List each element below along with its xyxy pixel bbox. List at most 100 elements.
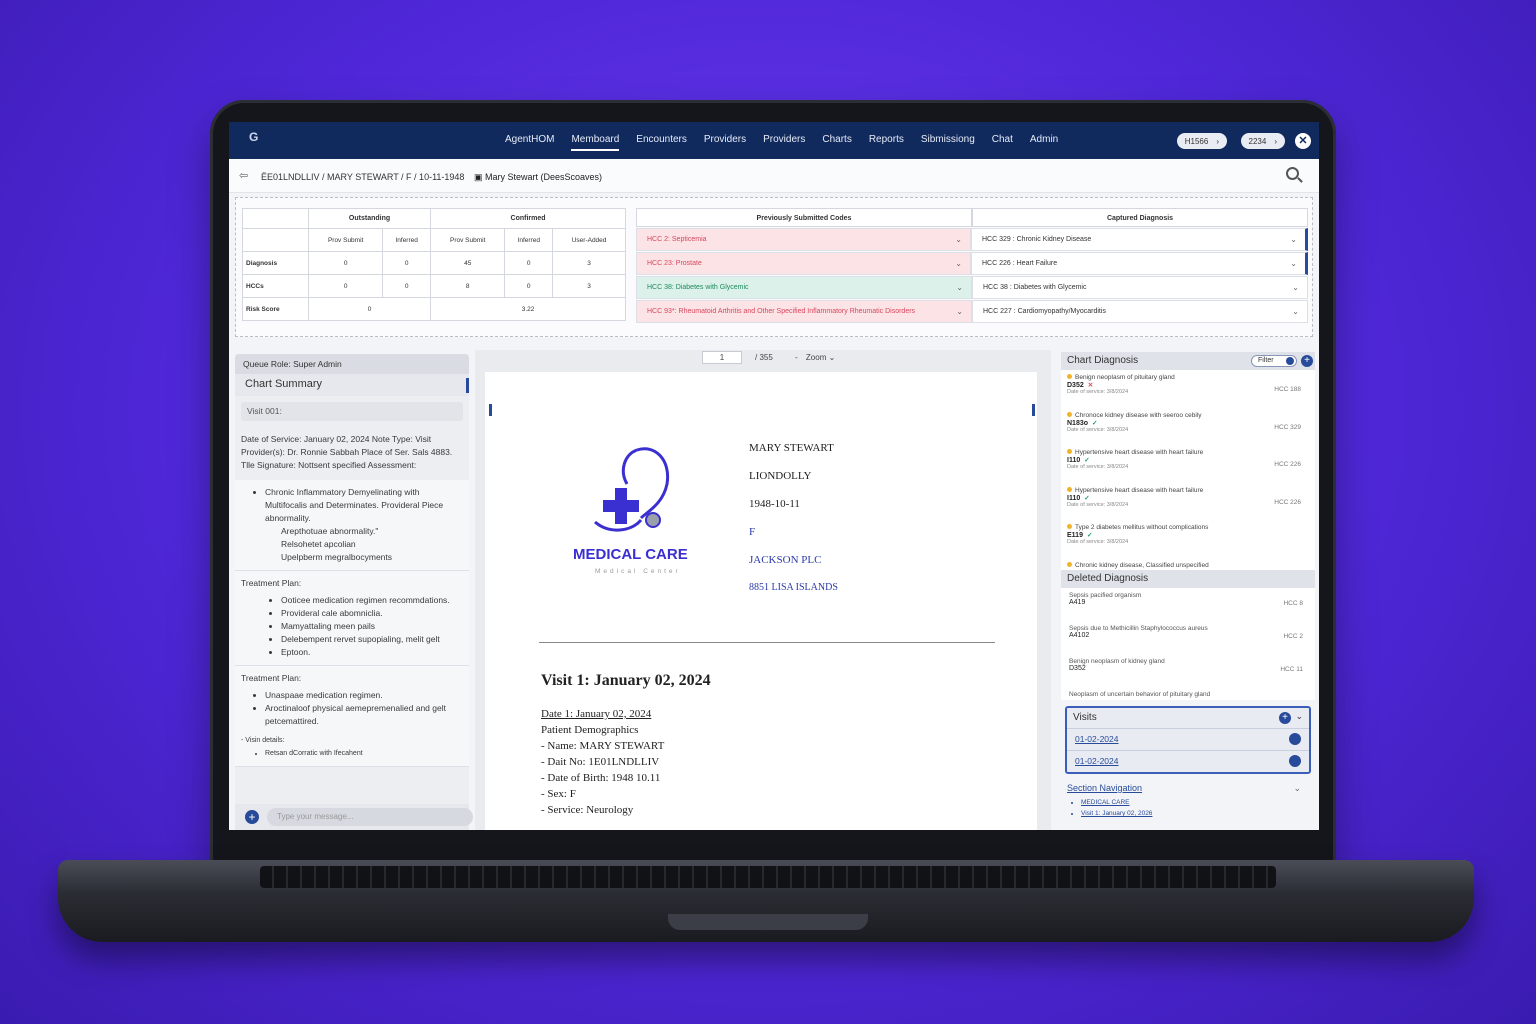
close-icon[interactable]: ✕ xyxy=(1295,133,1311,149)
laptop-keyboard xyxy=(260,866,1276,888)
visit-link[interactable]: 01-02-2024 xyxy=(1067,728,1309,750)
page-number-input[interactable]: 1 xyxy=(702,351,742,364)
visit-heading: Visit 1: January 02, 2024 xyxy=(541,672,711,689)
page-total: / 355 xyxy=(755,353,773,362)
check-icon[interactable]: ✓ xyxy=(1087,532,1092,539)
filter-button[interactable]: Filter xyxy=(1251,355,1297,367)
treatment-list: Ooticee medication regimen recommdations… xyxy=(281,594,463,659)
list-item[interactable]: Type 2 diabetes mellitus without complic… xyxy=(1067,524,1309,562)
table-row: Risk Score 0 3.22 xyxy=(242,297,626,321)
visits-title: Visits xyxy=(1073,712,1097,723)
diagnosis-code-line: N183o ✓ xyxy=(1067,419,1309,427)
assessment-sublist: Arepthotuae abnormality." Relsohetet apco… xyxy=(281,525,463,564)
table-row: HCC 38: Diabetes with Glycemic ⌄ HCC 38 : … xyxy=(636,275,1308,299)
list-item[interactable]: Neoplasm of uncertain behavior of pituit… xyxy=(1069,691,1307,701)
prev-code-select[interactable]: HCC 2: Septicemia ⌄ xyxy=(636,228,971,251)
add-diagnosis-button[interactable]: + xyxy=(1301,355,1313,367)
nav-item[interactable]: Sibmissiong xyxy=(921,134,975,151)
nav-item[interactable]: Providers xyxy=(763,134,805,151)
visit-link[interactable]: 01-02-2024 xyxy=(1067,750,1309,772)
summary-strip: Outstanding Confirmed Prov Submit Inferr… xyxy=(235,197,1313,337)
add-icon[interactable]: + xyxy=(245,810,259,824)
list-item: Ooticee medication regimen recommdations… xyxy=(281,594,463,607)
document-title: ▣ Mary Stewart (DeesScoaves) xyxy=(474,172,603,182)
x-icon[interactable]: ✕ xyxy=(1088,382,1093,389)
section-nav-item[interactable]: MEDICAL CARE xyxy=(1081,797,1309,808)
status-dot-icon xyxy=(1067,524,1072,529)
date-of-service: Date of service: 3/8/2024 xyxy=(1067,426,1129,433)
search-icon[interactable] xyxy=(1286,167,1299,180)
chevron-down-icon[interactable]: ⌄ xyxy=(1295,711,1303,722)
list-item[interactable]: Hypertensive heart disease with heart fa… xyxy=(1067,449,1309,487)
check-icon[interactable]: ✓ xyxy=(1084,495,1089,502)
risk-confirmed: 3.22 xyxy=(430,297,626,321)
col-header: Prov Submit xyxy=(430,228,506,252)
edit-icon[interactable] xyxy=(1289,733,1301,745)
visit-label[interactable]: Visit 001: xyxy=(241,402,463,421)
year-pill[interactable]: 2234 › xyxy=(1240,133,1285,149)
chevron-down-icon: ⌄ xyxy=(1292,283,1299,292)
list-item[interactable]: Chronic kidney disease, Classified unspe… xyxy=(1067,561,1309,571)
diagnosis-line: Benign neoplasm of pituitary gland xyxy=(1067,374,1309,381)
chevron-right-icon: › xyxy=(1216,136,1219,146)
add-visit-button[interactable]: + xyxy=(1279,712,1291,724)
code-label: HCC 23: Prostate xyxy=(647,260,702,267)
captured-code-select[interactable]: HCC 329 : Chronic Kidney Disease ⌄ xyxy=(971,228,1308,251)
patient-name: MARY STEWART xyxy=(749,442,834,454)
hcc-badge: HCC 329 xyxy=(1274,423,1301,431)
zoom-dropdown[interactable]: - Zoom ⌄ xyxy=(795,353,835,362)
scroll-marker-left[interactable] xyxy=(489,404,492,416)
nav-item[interactable]: Providers xyxy=(704,134,746,151)
chat-input[interactable]: Type your message... xyxy=(267,808,473,826)
deleted-code: A419 xyxy=(1069,599,1086,606)
list-item[interactable]: Sepsis pacified organism A419 HCC 8 xyxy=(1069,592,1307,625)
list-item[interactable]: Benign neoplasm of kidney gland D352 HCC 1… xyxy=(1069,658,1307,691)
section-navigation: Section Navigation ⌄ MEDICAL CAREVisit 1… xyxy=(1061,780,1315,822)
list-item[interactable]: Sepsis due to Methicillin Staphylococcus… xyxy=(1069,625,1307,658)
deleted-desc: Sepsis due to Methicillin Staphylococcus… xyxy=(1069,625,1208,632)
prev-code-select[interactable]: HCC 23: Prostate ⌄ xyxy=(636,252,971,275)
section-nav-item[interactable]: Visit 1: January 02, 2026 xyxy=(1081,808,1309,819)
status-dot-icon xyxy=(1067,561,1072,567)
captured-code-select[interactable]: HCC 226 : Heart Failure ⌄ xyxy=(971,252,1308,275)
nav-item[interactable]: Chat xyxy=(992,134,1013,151)
nav-item[interactable]: AgentHOM xyxy=(505,134,554,151)
nav-item[interactable]: Reports xyxy=(869,134,904,151)
list-item: Chronic Inflammatory Demyelinating with … xyxy=(265,486,463,525)
edit-icon[interactable] xyxy=(1289,755,1301,767)
nav-item[interactable]: Memboard xyxy=(571,134,620,151)
top-nav: G AgentHOM Memboard Encounters Providers Pro… xyxy=(229,122,1319,159)
diagnosis-items: Benign neoplasm of pituitary gland D352 ✕ D… xyxy=(1067,374,1309,562)
diagnosis-code: I110 xyxy=(1067,457,1081,464)
section-nav-title[interactable]: Section Navigation xyxy=(1067,783,1142,793)
status-dot-icon xyxy=(1067,486,1072,492)
code-label: HCC 93*: Rheumatoid Arthritis and Other … xyxy=(647,308,916,315)
diagnosis-line: Hypertensive heart disease with heart fa… xyxy=(1067,449,1309,456)
logo-subtitle: Medical Center xyxy=(595,568,681,575)
captured-code-select[interactable]: HCC 227 : Cardiomyopathy/Myocarditis ⌄ xyxy=(972,300,1308,323)
diagnosis-line: Hypertensive heart disease with heart fa… xyxy=(1067,486,1309,494)
table-row: HCC 93*: Rheumatoid Arthritis and Other … xyxy=(636,299,1308,323)
prev-code-select[interactable]: HCC 38: Diabetes with Glycemic ⌄ xyxy=(636,276,972,299)
back-arrow-icon[interactable]: ⇦ xyxy=(239,169,248,182)
list-item: Arepthotuae abnormality." xyxy=(281,526,379,536)
prev-code-select[interactable]: HCC 93*: Rheumatoid Arthritis and Other … xyxy=(636,300,972,323)
list-item[interactable]: Hypertensive heart disease with heart fa… xyxy=(1067,486,1309,525)
app-logo[interactable]: G xyxy=(237,130,258,144)
list-item[interactable]: Chronoce kidney disease with seeroo cebi… xyxy=(1067,411,1309,450)
member-id-pill[interactable]: H1566 › xyxy=(1176,133,1227,149)
patient-sex: F xyxy=(749,526,756,538)
codes-rows: HCC 2: Septicemia ⌄ HCC 329 : Chronic Kidn… xyxy=(636,227,1308,323)
nav-item[interactable]: Admin xyxy=(1030,134,1058,151)
cell: 0 xyxy=(382,274,432,298)
captured-code-select[interactable]: HCC 38 : Diabetes with Glycemic ⌄ xyxy=(972,276,1308,299)
check-icon[interactable]: ✓ xyxy=(1084,457,1089,464)
deleted-code: A4102 xyxy=(1069,632,1090,639)
nav-item[interactable]: Charts xyxy=(822,134,851,151)
check-icon[interactable]: ✓ xyxy=(1092,420,1097,427)
nav-item[interactable]: Encounters xyxy=(636,134,687,151)
diagnosis-line: Chronoce kidney disease with seeroo cebi… xyxy=(1067,411,1309,419)
list-item[interactable]: Benign neoplasm of pituitary gland D352 ✕ D… xyxy=(1067,374,1309,412)
chevron-down-icon[interactable]: ⌄ xyxy=(1293,783,1301,794)
scroll-marker-right[interactable] xyxy=(1032,404,1035,416)
